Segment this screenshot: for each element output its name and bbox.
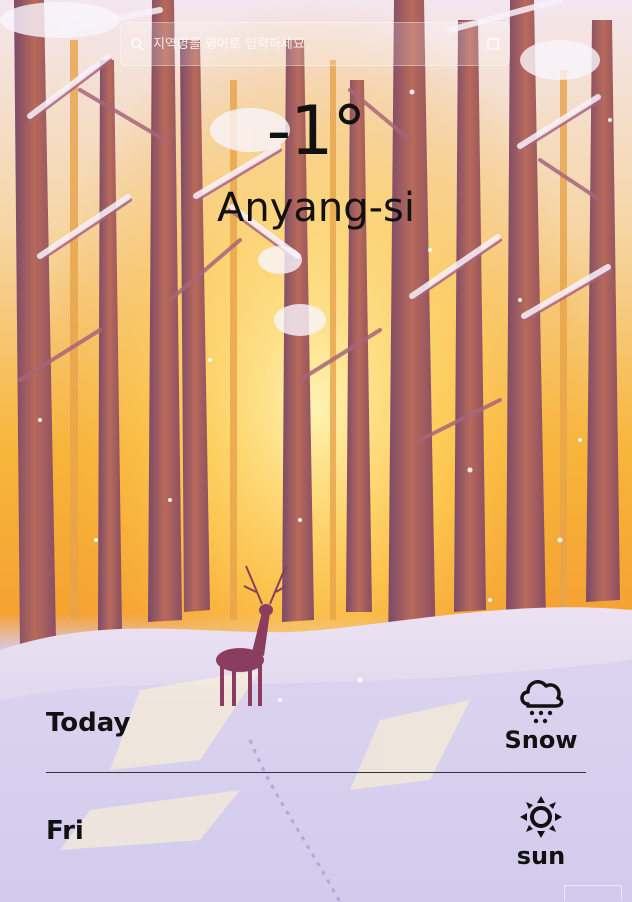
city-name: Anyang-si	[216, 185, 416, 231]
current-temperature: -1°	[266, 92, 367, 171]
forecast-day-label: Today	[46, 708, 131, 738]
forecast-divider	[46, 772, 586, 773]
sun-icon	[520, 796, 562, 838]
weather-app: -1° Anyang-si Today Snow Fri	[0, 0, 632, 902]
forecast-condition-label: Snow	[504, 726, 578, 754]
forecast-day-label: Fri	[46, 816, 84, 846]
location-icon[interactable]	[485, 36, 501, 52]
forecast-condition: sun	[496, 792, 586, 870]
city-search-input[interactable]	[151, 28, 479, 60]
cloud-snow-icon	[520, 680, 564, 724]
forecast-condition: Snow	[496, 672, 586, 754]
city-search-bar	[120, 22, 510, 66]
search-icon[interactable]	[129, 36, 145, 52]
forecast-row-fri: Fri sun	[46, 792, 586, 892]
forecast-condition-label: sun	[516, 842, 566, 870]
corner-frame-mark	[564, 885, 622, 900]
forecast-row-today: Today Snow	[46, 672, 586, 762]
